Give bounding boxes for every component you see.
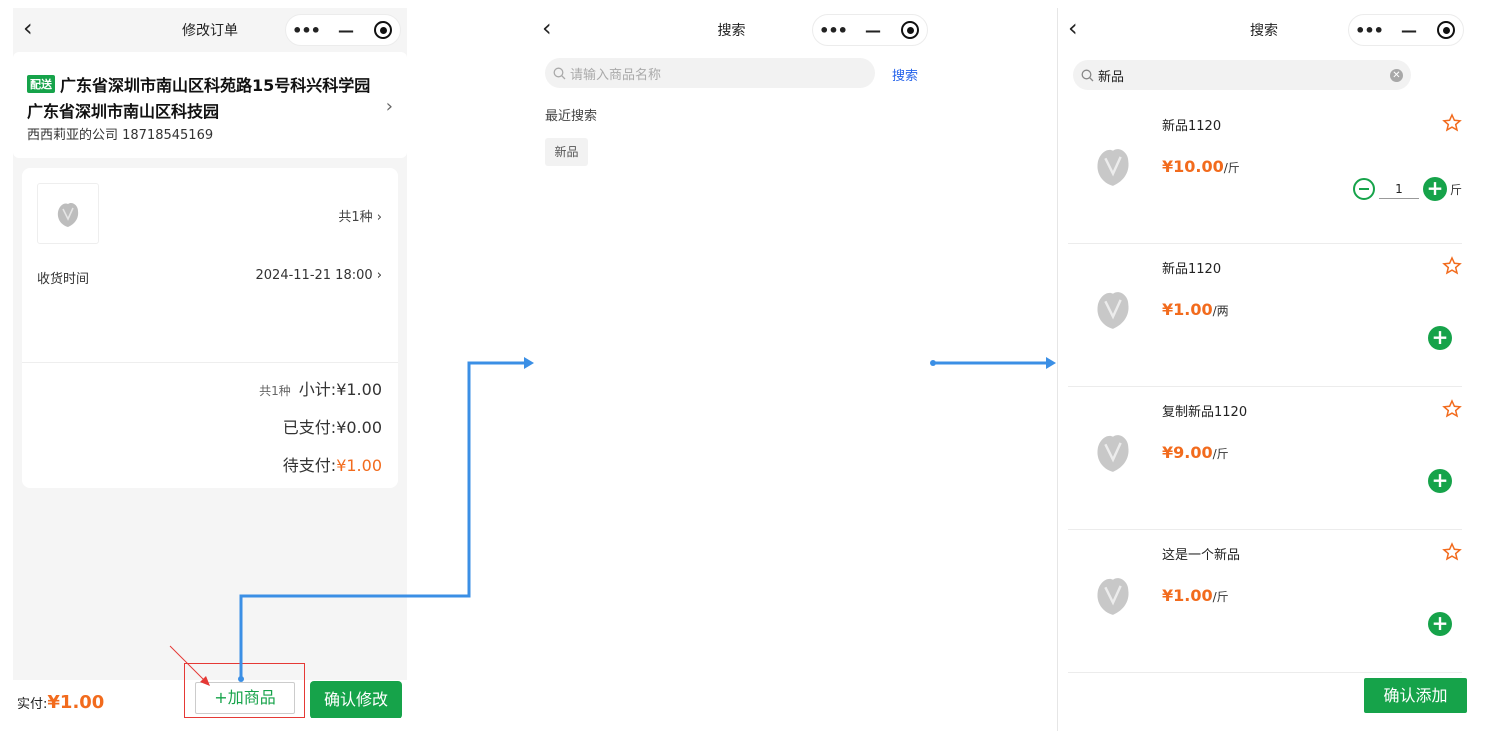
product-image [1084, 566, 1142, 624]
product-item[interactable]: 新品1120 ¥1.00/两 + [1068, 244, 1462, 387]
address-line1-row: 配送 广东省深圳市南山区科苑路15号科兴科学园 [27, 72, 370, 96]
plus-icon[interactable]: + [1428, 326, 1452, 350]
product-item[interactable]: 复制新品1120 ¥9.00/斤 + [1068, 387, 1462, 530]
search-button[interactable]: 搜索 [892, 65, 918, 84]
product-name: 复制新品1120 [1162, 405, 1248, 420]
vegetable-image-icon [1097, 435, 1129, 472]
mini-program-capsule: ••• — [285, 14, 401, 46]
quantity-input[interactable]: 1 [1378, 180, 1419, 199]
quantity-stepper: 1 + 斤 [1352, 177, 1462, 201]
minimize-icon[interactable]: — [1389, 21, 1429, 40]
navbar: ‹ 搜索 ••• — [1058, 8, 1470, 50]
kinds-link[interactable]: 共1种 › [338, 206, 382, 225]
star-icon[interactable] [1442, 542, 1462, 562]
delivery-badge: 配送 [27, 75, 55, 93]
product-item[interactable]: 这是一个新品 ¥1.00/斤 + [1068, 530, 1462, 673]
product-name: 这是一个新品 [1162, 548, 1241, 563]
product-name: 新品1120 [1162, 262, 1222, 277]
order-edit-screen: ‹ 修改订单 ••• — 配送 广东省深圳市南山区科苑路15号科兴科学园 广东省… [13, 8, 407, 718]
product-name: 新品1120 [1162, 119, 1222, 134]
search-placeholder: 请输入商品名称 [570, 67, 662, 83]
mini-program-capsule: ••• — [1348, 14, 1464, 46]
vegetable-image-icon [57, 202, 79, 227]
search-input[interactable]: 新品 ✕ [1073, 60, 1411, 90]
close-target-icon[interactable] [1429, 21, 1463, 39]
close-target-icon[interactable] [893, 21, 927, 39]
more-icon[interactable]: ••• [1349, 21, 1389, 40]
highlight-box [184, 663, 305, 718]
subtotal-row: 共1种 小计:¥1.00 [259, 376, 382, 400]
search-icon [1081, 69, 1094, 81]
clear-icon[interactable]: ✕ [1390, 69, 1403, 82]
vegetable-image-icon [1097, 292, 1129, 329]
plus-icon[interactable]: + [1428, 612, 1452, 636]
minus-icon[interactable] [1352, 178, 1375, 200]
address-line2: 广东省深圳市南山区科技园 [27, 102, 220, 121]
pending-row: 待支付:¥1.00 [283, 452, 382, 476]
search-icon [553, 67, 566, 79]
plus-icon[interactable]: + [1428, 469, 1452, 493]
delivery-time-label: 收货时间 [37, 272, 90, 287]
navbar: ‹ 修改订单 ••• — [13, 8, 407, 50]
star-icon[interactable] [1442, 256, 1462, 276]
vegetable-image-icon [1097, 578, 1129, 615]
chevron-right-icon: › [385, 96, 393, 117]
paid-row: 已支付:¥0.00 [282, 418, 382, 437]
address-line1: 广东省深圳市南山区科苑路15号科兴科学园 [60, 76, 371, 95]
recent-search-title: 最近搜索 [545, 109, 598, 124]
product-price: ¥1.00/两 [1162, 300, 1229, 319]
search-input[interactable]: 请输入商品名称 [545, 58, 875, 88]
confirm-edit-button[interactable]: 确认修改 [310, 681, 402, 718]
more-icon[interactable]: ••• [286, 21, 326, 40]
divider [22, 362, 398, 363]
mini-program-capsule: ••• — [812, 14, 928, 46]
confirm-add-button[interactable]: 确认添加 [1364, 678, 1467, 713]
product-item[interactable]: 新品1120 ¥10.00/斤 1 + 斤 [1068, 101, 1462, 244]
star-icon[interactable] [1442, 113, 1462, 133]
minimize-icon[interactable]: — [853, 21, 893, 40]
delivery-time-value[interactable]: 2024-11-21 18:00 › [256, 268, 383, 283]
order-card: 共1种 › 收货时间 2024-11-21 18:00 › 共1种 小计:¥1.0… [22, 168, 398, 488]
star-icon[interactable] [1442, 399, 1462, 419]
address-card[interactable]: 配送 广东省深圳市南山区科苑路15号科兴科学园 广东省深圳市南山区科技园 西西莉… [13, 52, 407, 158]
search-screen-empty: ‹ 搜索 ••• — 请输入商品名称 搜索 最近搜索 新品 [532, 8, 931, 716]
minimize-icon[interactable]: — [326, 21, 366, 40]
product-thumbnail [37, 183, 99, 244]
product-image [1084, 137, 1142, 195]
product-image [1084, 423, 1142, 481]
vegetable-image-icon [1097, 149, 1129, 186]
more-icon[interactable]: ••• [813, 21, 853, 40]
kinds-count: 共1种 [259, 384, 291, 398]
close-target-icon[interactable] [366, 21, 400, 39]
flow-arrow-2 [930, 357, 1056, 369]
search-results-screen: ‹ 搜索 ••• — 新品 ✕ 新品1120 ¥10.00/斤 1 + 斤 新品… [1057, 8, 1470, 731]
quantity-unit: 斤 [1449, 182, 1462, 197]
pending-label: 待支付: [282, 456, 337, 475]
pending-value: ¥1.00 [336, 456, 382, 475]
address-contact: 西西莉亚的公司 18718545169 [27, 128, 214, 143]
product-price: ¥1.00/斤 [1162, 586, 1229, 605]
navbar: ‹ 搜索 ••• — [532, 8, 931, 50]
product-price: ¥10.00/斤 [1162, 157, 1240, 176]
search-value: 新品 [1098, 69, 1125, 85]
subtotal: 小计:¥1.00 [298, 380, 382, 399]
product-image [1084, 280, 1142, 338]
recent-search-chip[interactable]: 新品 [545, 138, 588, 166]
product-price: ¥9.00/斤 [1162, 443, 1229, 462]
plus-icon[interactable]: + [1422, 177, 1447, 201]
actual-paid: 实付:¥1.00 [17, 692, 105, 713]
